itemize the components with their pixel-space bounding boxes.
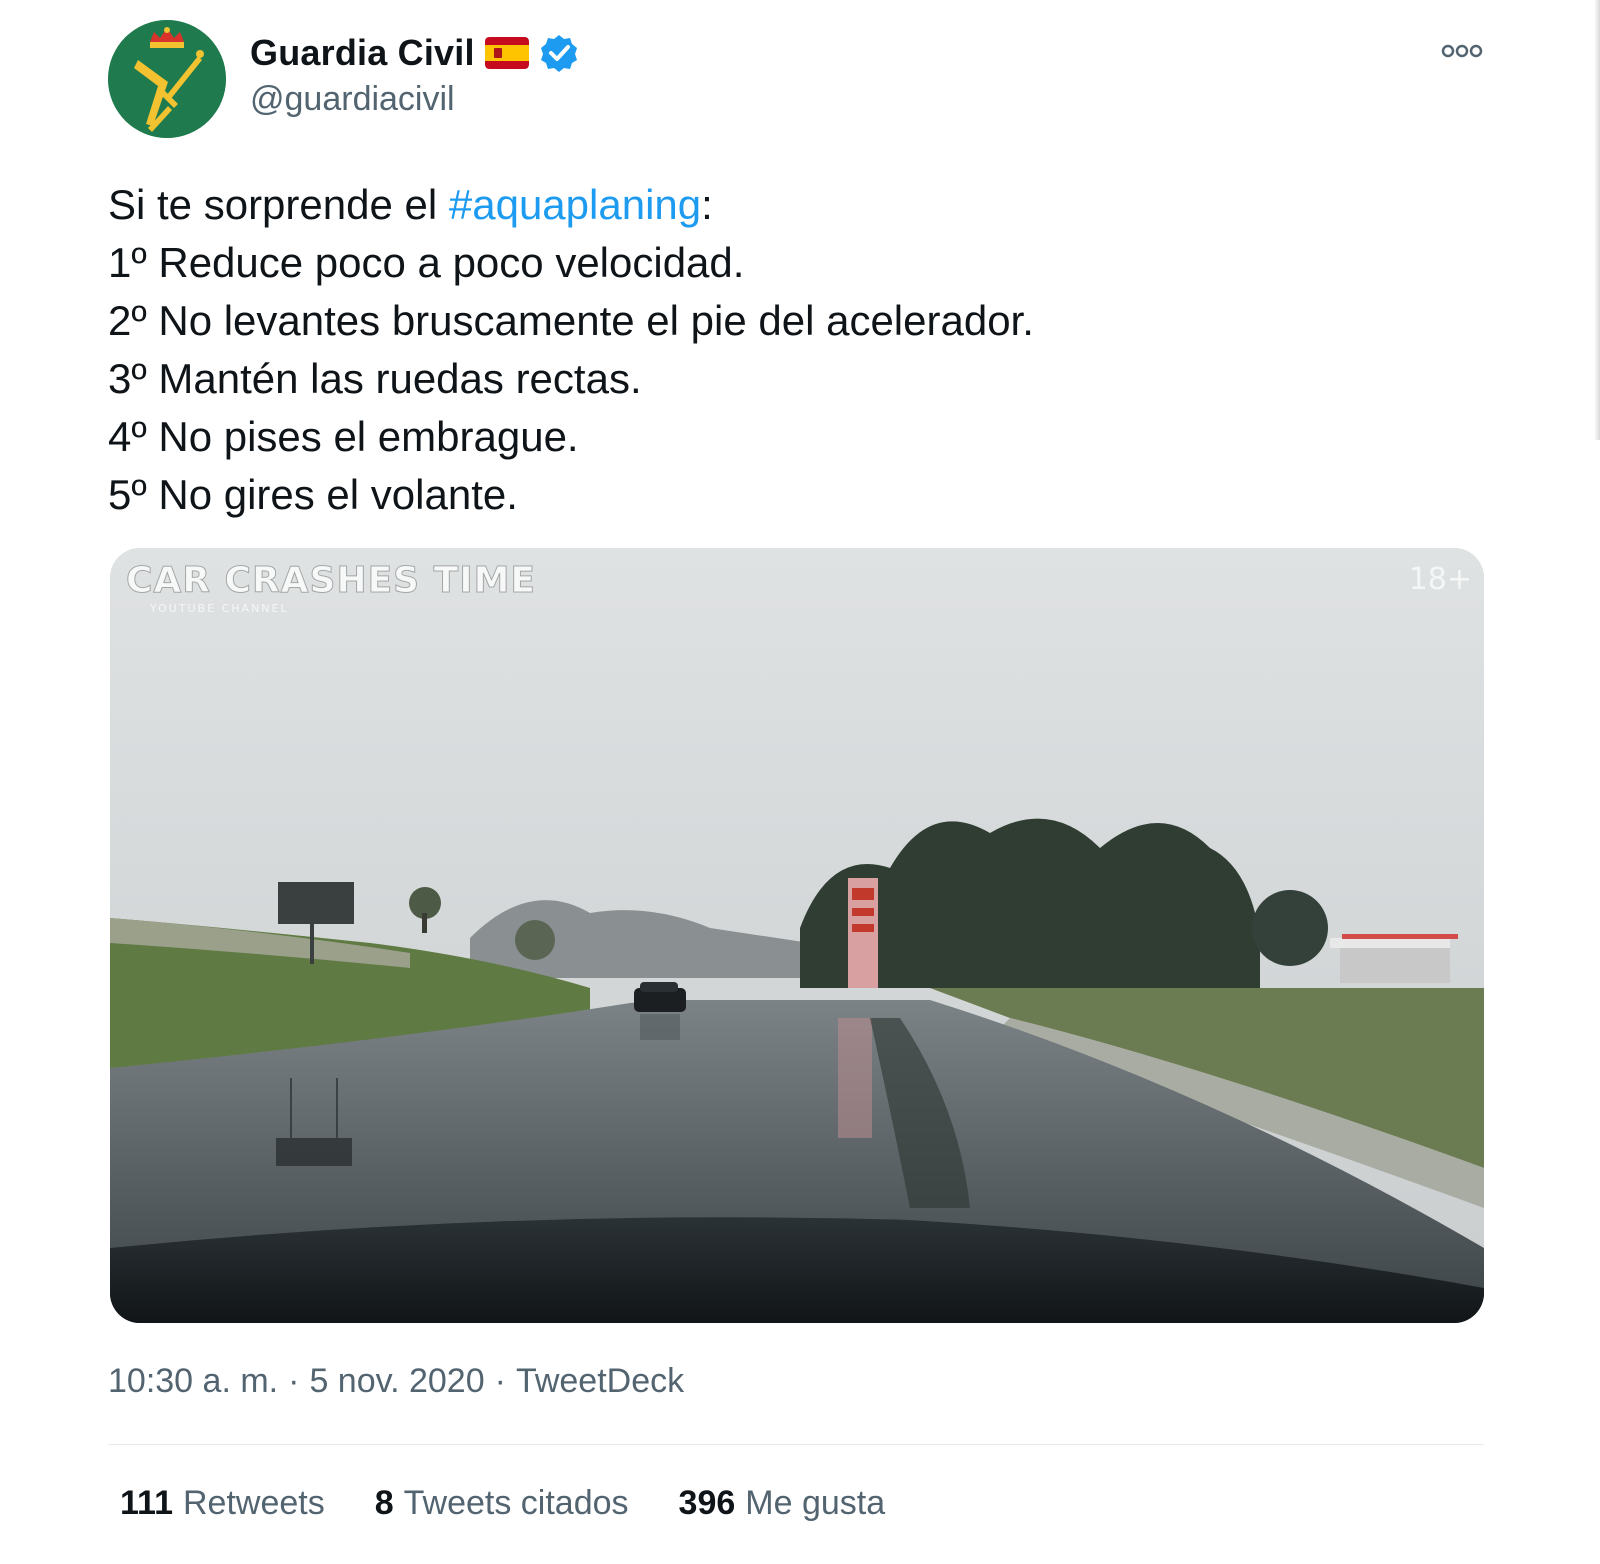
tweet-source[interactable]: TweetDeck — [516, 1362, 684, 1401]
avatar[interactable] — [108, 20, 226, 138]
intro-prefix: Si te sorprende el — [108, 181, 449, 228]
retweets-label: Retweets — [182, 1484, 325, 1522]
hashtag-link[interactable]: #aquaplaning — [449, 181, 701, 228]
video-watermark-subtitle: YOUTUBE CHANNEL — [150, 602, 289, 615]
tweet-stats: 111 Retweets 8 Tweets citados 396 Me gusta — [120, 1484, 885, 1523]
likes-label: Me gusta — [745, 1484, 886, 1522]
verified-badge-icon — [539, 33, 579, 73]
step-4: 4º No pises el embrague. — [108, 413, 579, 460]
step-2: 2º No levantes bruscamente el pie del ac… — [108, 297, 1034, 344]
guardia-civil-emblem-icon — [108, 20, 226, 138]
divider — [108, 1444, 1484, 1445]
quote-tweets-stat[interactable]: 8 Tweets citados — [375, 1484, 629, 1523]
tweet-intro-line: Si te sorprende el #aquaplaning: — [108, 176, 1508, 234]
tweet-card: Guardia Civil @guardiacivil Si te sorpre… — [0, 0, 1600, 1564]
age-rating-badge: 18+ — [1408, 562, 1472, 597]
quote-tweets-label: Tweets citados — [403, 1484, 629, 1522]
step-1: 1º Reduce poco a poco velocidad. — [108, 239, 745, 286]
meta-separator: · — [494, 1362, 506, 1400]
likes-count: 396 — [678, 1484, 736, 1522]
step-5: 5º No gires el volante. — [108, 471, 518, 518]
likes-stat[interactable]: 396 Me gusta — [679, 1484, 886, 1523]
author-name-row: Guardia Civil — [250, 30, 579, 76]
scrollbar-edge — [1594, 0, 1600, 440]
meta-separator: · — [288, 1362, 300, 1400]
tweet-time[interactable]: 10:30 a. m. — [108, 1362, 278, 1401]
spain-flag-emoji-icon — [484, 37, 529, 69]
intro-suffix: : — [701, 181, 713, 228]
video-media[interactable]: CAR CRASHES TIME YOUTUBE CHANNEL 18+ — [110, 548, 1484, 1323]
display-name[interactable]: Guardia Civil — [250, 32, 475, 74]
tweet-text: Si te sorprende el #aquaplaning: 1º Redu… — [108, 176, 1508, 524]
quote-tweets-count: 8 — [374, 1484, 394, 1522]
tweet-date[interactable]: 5 nov. 2020 — [309, 1362, 484, 1401]
author-handle[interactable]: @guardiacivil — [250, 80, 455, 119]
retweets-count: 111 — [120, 1484, 173, 1522]
video-watermark: CAR CRASHES TIME — [125, 560, 537, 602]
more-options-icon[interactable] — [1440, 40, 1484, 62]
step-3: 3º Mantén las ruedas rectas. — [108, 355, 642, 402]
rainy-road-video-frame — [110, 548, 1484, 1323]
tweet-metadata: 10:30 a. m. · 5 nov. 2020 · TweetDeck — [108, 1362, 684, 1401]
retweets-stat[interactable]: 111 Retweets — [120, 1484, 325, 1523]
